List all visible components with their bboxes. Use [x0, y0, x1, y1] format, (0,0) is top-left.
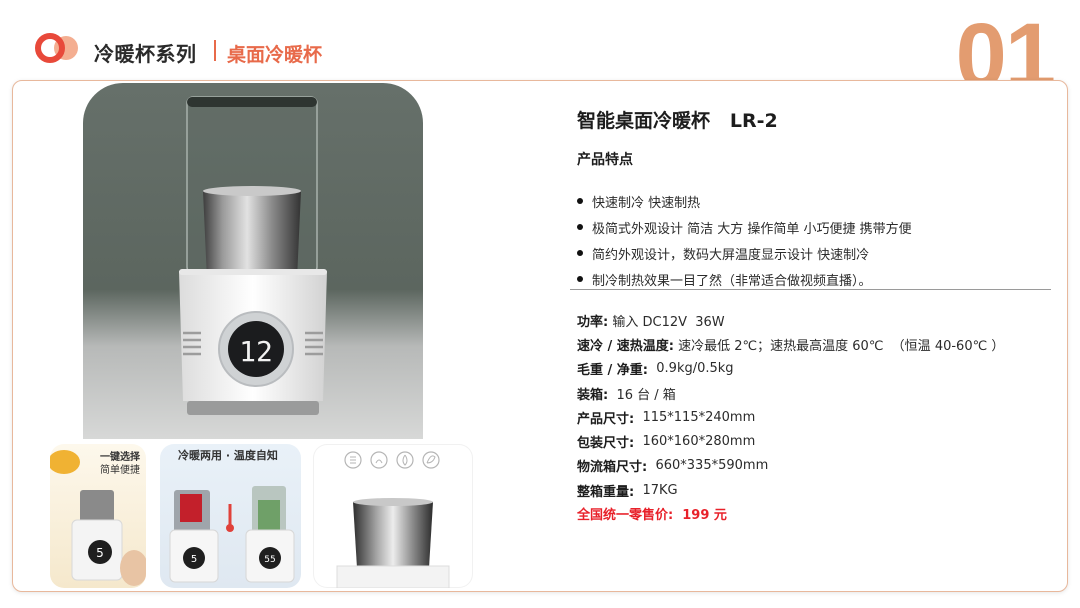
spec-row: 毛重 / 净重: 0.9kg/0.5kg: [577, 357, 1004, 381]
spec-label: 功率:: [577, 314, 609, 330]
spec-row: 功率: 输入 DC12V 36W: [577, 308, 1004, 332]
section-subtitle: 桌面冷暖杯: [227, 44, 323, 66]
thumbnail-hot-cold: 冷暖两用 · 温度自知 5 55: [160, 444, 301, 588]
title-separator: [214, 40, 216, 61]
feature-list: 快速制冷 快速制热 极简式外观设计 简洁 大方 操作简单 小巧便捷 携带方便 简…: [577, 188, 912, 292]
spec-value: 0.9kg/0.5kg: [656, 361, 734, 377]
spec-value: 160*160*280mm: [642, 434, 756, 450]
price-value: 199 元: [682, 508, 727, 523]
snowflake-icon: [350, 456, 356, 464]
spec-row: 物流箱尺寸: 660*335*590mm: [577, 454, 1004, 478]
thumbnail-one-touch: 一键选择 简单便捷 5: [50, 444, 146, 588]
brand-logo-icon: [35, 33, 78, 63]
spec-value: 660*335*590mm: [655, 458, 769, 474]
main-product-photo: 12: [83, 83, 423, 439]
spec-label: 毛重 / 净重:: [577, 363, 648, 379]
spec-value: 17KG: [642, 482, 678, 498]
spec-label: 整箱重量:: [577, 484, 635, 500]
drop-icon: [402, 454, 408, 466]
spec-label: 物流箱尺寸:: [577, 460, 648, 476]
spec-label: 包装尺寸:: [577, 436, 635, 452]
thumbnail-closeup-illustration: [336, 451, 450, 588]
spec-label: 装箱:: [577, 387, 609, 403]
spec-label: 速冷 / 速热温度:: [577, 338, 674, 354]
thumbnail-cup-illustration: 5: [50, 450, 146, 586]
thumbnail-display-readout: 5: [96, 546, 104, 560]
spec-row: 装箱: 16 台 / 箱: [577, 381, 1004, 405]
list-item: 极简式外观设计 简洁 大方 操作简单 小巧便捷 携带方便: [577, 214, 912, 240]
thumbnail-cup-closeup: [313, 444, 473, 588]
bullet-icon: [577, 224, 583, 230]
feature-text: 快速制冷 快速制热: [592, 195, 701, 211]
product-title: 智能桌面冷暖杯 LR-2: [577, 110, 778, 132]
feature-text: 制冷制热效果一目了然（非常适合做视频直播）。: [592, 273, 872, 289]
cup-illustration: 12: [179, 96, 327, 415]
spec-row: 产品尺寸: 115*115*240mm: [577, 405, 1004, 429]
thumbnail-two-cups-illustration: 5 55: [169, 486, 295, 583]
spec-value: 速冷最低 2℃；速热最高温度 60℃ （恒温 40-60℃ ）: [678, 338, 1005, 354]
spec-list: 功率: 输入 DC12V 36W 速冷 / 速热温度: 速冷最低 2℃；速热最高…: [577, 308, 1004, 502]
spec-value: 16 台 / 箱: [616, 387, 676, 403]
bullet-icon: [577, 198, 583, 204]
section-divider: [570, 289, 1051, 290]
section-title: 冷暖杯系列: [94, 42, 197, 66]
feature-text: 简约外观设计，数码大屏温度显示设计 快速制冷: [592, 247, 870, 263]
spec-label: 产品尺寸:: [577, 411, 635, 427]
leaf-icon: [426, 455, 436, 464]
list-item: 简约外观设计，数码大屏温度显示设计 快速制冷: [577, 240, 912, 266]
spec-row: 速冷 / 速热温度: 速冷最低 2℃；速热最高温度 60℃ （恒温 40-60℃…: [577, 332, 1004, 356]
list-item: 快速制冷 快速制热: [577, 188, 912, 214]
spec-value: 输入 DC12V 36W: [612, 314, 725, 330]
cup-display-readout: 12: [239, 335, 273, 368]
bullet-icon: [577, 276, 583, 282]
price-label: 全国统一零售价:: [577, 508, 674, 523]
sun-icon: [375, 459, 383, 464]
spec-value: 115*115*240mm: [642, 409, 756, 425]
thumbnail-right-readout: 55: [264, 555, 275, 565]
spec-row: 整箱重量: 17KG: [577, 478, 1004, 502]
spec-row: 包装尺寸: 160*160*280mm: [577, 429, 1004, 453]
thumbnail-left-readout: 5: [191, 554, 197, 565]
bullet-icon: [577, 250, 583, 256]
retail-price: 全国统一零售价: 199 元: [577, 504, 727, 523]
feature-text: 极简式外观设计 简洁 大方 操作简单 小巧便捷 携带方便: [592, 221, 912, 237]
features-heading: 产品特点: [577, 152, 633, 168]
